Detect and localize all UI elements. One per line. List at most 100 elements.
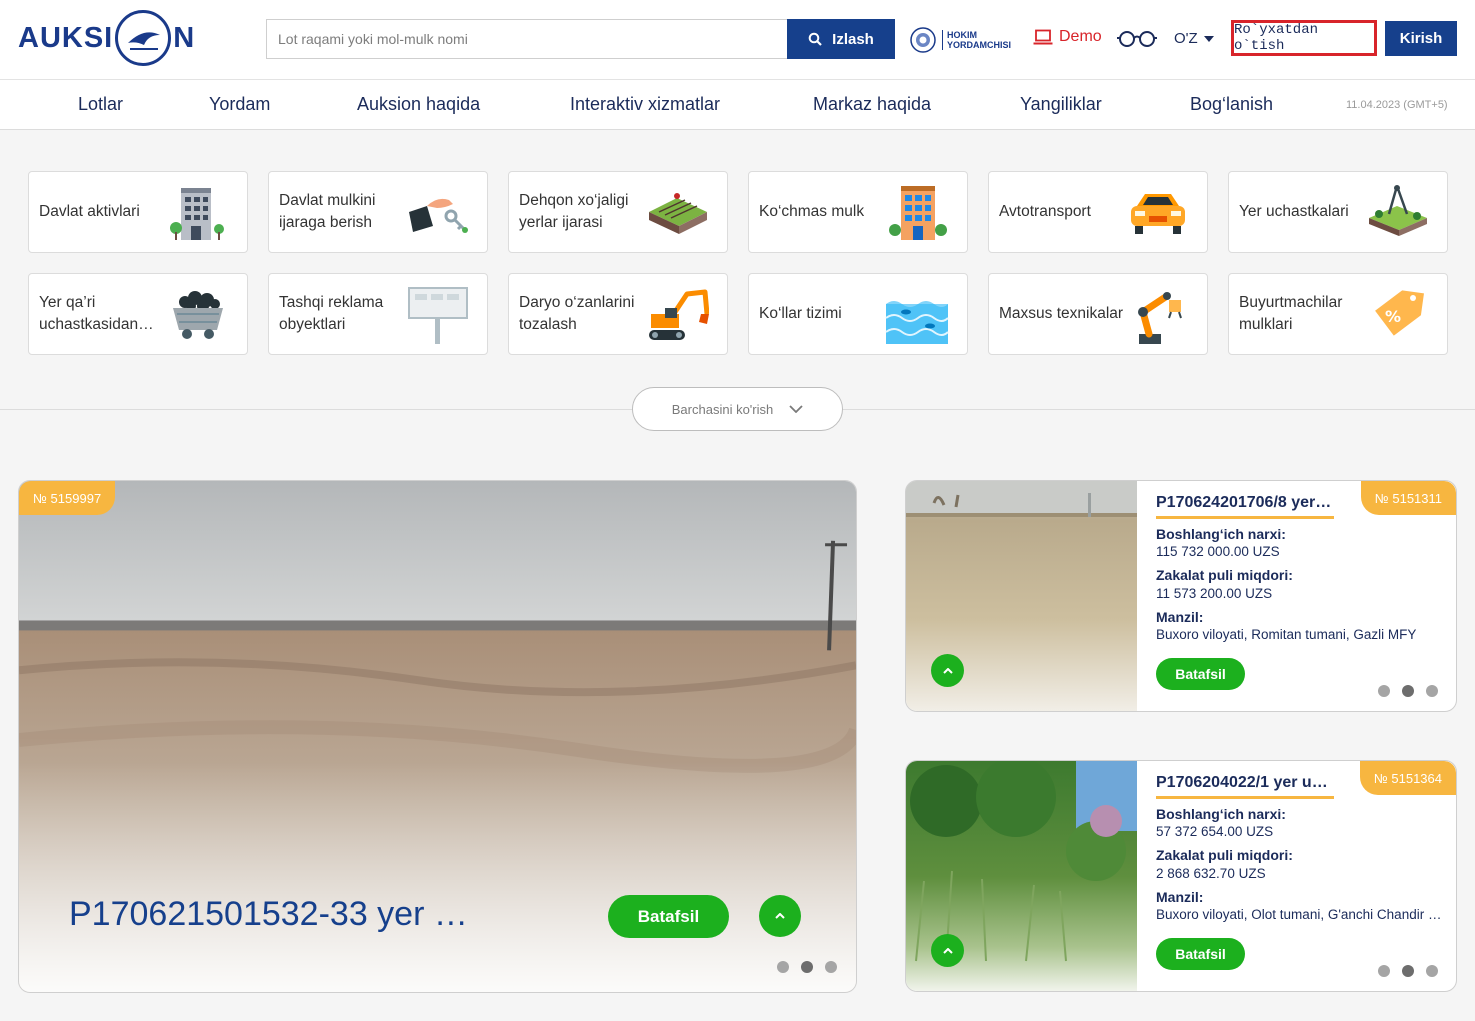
deposit-label: Zakalat puli miqdori: — [1156, 847, 1293, 863]
svg-text:%: % — [1385, 307, 1401, 326]
billboard-icon — [408, 287, 468, 344]
address-value: Buxoro viloyati, Romitan tumani, Gazli M… — [1156, 627, 1417, 642]
chevron-down-icon — [789, 405, 803, 413]
register-button[interactable]: Ro`yxatdan o`tish — [1231, 20, 1377, 56]
current-date: 11.04.2023 (GMT+5) — [1346, 99, 1448, 111]
lot-card[interactable]: № 5151364 P1706204022/1 yer uchastkasi B… — [905, 760, 1457, 992]
lot-number-badge: № 5159997 — [19, 481, 116, 515]
lot-title[interactable]: P170624201706/8 yer uchastkasi — [1156, 494, 1334, 519]
language-select[interactable]: O'Z — [1174, 30, 1214, 47]
category-label: Maxsus texnikalar — [999, 305, 1124, 322]
address-label: Manzil: — [1156, 609, 1204, 625]
demo-link[interactable]: Demo — [1033, 28, 1102, 46]
deposit-value: 11 573 200.00 UZS — [1156, 586, 1273, 601]
category-label: Tashqi reklama obyektlari — [279, 294, 384, 333]
key-hand-icon — [409, 198, 468, 233]
car-icon — [1131, 194, 1185, 234]
chevron-up-icon — [942, 667, 953, 674]
carousel-dot[interactable] — [825, 961, 837, 973]
search-button[interactable]: Izlash — [787, 19, 895, 59]
featured-lot-title[interactable]: P170621501532-33 yer uchastkasi — [69, 895, 469, 934]
start-price-label: Boshlang‘ich narxi: — [1156, 526, 1286, 542]
lot-number-badge: № 5151364 — [1359, 761, 1456, 795]
carousel-dot[interactable] — [777, 961, 789, 973]
lot-card[interactable]: № 5151311 P170624201706/8 yer uchastkasi… — [905, 480, 1457, 712]
carousel-dot[interactable] — [1378, 965, 1390, 977]
carousel-dot-active[interactable] — [801, 961, 813, 973]
category-avtotransport[interactable]: Avtotransport — [988, 171, 1208, 253]
excavator-icon — [649, 289, 709, 340]
logo-text-left: AUKSI — [18, 21, 114, 54]
category-buyurtmachilar-mulklari[interactable]: Buyurtmachilar mulklari % — [1228, 273, 1448, 355]
details-button[interactable]: Batafsil — [1156, 938, 1245, 970]
hokim-yordamchisi-link[interactable]: HOKIM YORDAMCHISI — [910, 27, 1011, 53]
category-label: Ko‘llar tizimi — [759, 305, 842, 322]
nav-boglanish[interactable]: Bog‘lanish — [1190, 94, 1273, 115]
expand-button[interactable] — [759, 895, 801, 937]
category-label: Avtotransport — [999, 203, 1091, 220]
site-logo[interactable]: AUKSI N — [18, 8, 195, 68]
category-daryo-ozanlarini[interactable]: Daryo o‘zanlarini tozalash — [508, 273, 728, 355]
deposit-value: 2 868 632.70 UZS — [1156, 866, 1266, 881]
details-button[interactable]: Batafsil — [1156, 658, 1245, 690]
hokim-line1: HOKIM — [947, 30, 977, 40]
see-all-label: Barchasini ko'rish — [671, 401, 774, 417]
category-kollar-tizimi[interactable]: Ko‘llar tizimi — [748, 273, 968, 355]
category-maxsus-texnikalar[interactable]: Maxsus texnikalar — [988, 273, 1208, 355]
chevron-up-icon — [775, 913, 785, 919]
search-input[interactable] — [266, 19, 787, 59]
category-yer-qari[interactable]: Yer qa’ri uchastkasidan foydalanish — [28, 273, 248, 355]
expand-button[interactable] — [931, 934, 964, 967]
laptop-icon — [1033, 29, 1053, 45]
nav-yangiliklar[interactable]: Yangiliklar — [1020, 94, 1102, 115]
land-plot-icon — [1369, 185, 1427, 236]
carousel-dot[interactable] — [1426, 685, 1438, 697]
glasses-icon[interactable] — [1117, 30, 1157, 48]
category-label: Dehqon xo‘jaligi yerlar ijarasi — [519, 192, 629, 231]
carousel-dots — [1378, 685, 1438, 697]
category-label: Yer qa’ri uchastkasidan foydalanish — [39, 294, 139, 333]
login-button[interactable]: Kirish — [1385, 21, 1457, 56]
carousel-dots — [1378, 965, 1438, 977]
farmland-icon — [649, 193, 707, 234]
expand-button[interactable] — [931, 654, 964, 687]
hokim-label: HOKIM YORDAMCHISI — [942, 30, 1011, 50]
see-all-button[interactable]: Barchasini ko'rish — [632, 387, 843, 431]
hokim-line2: YORDAMCHISI — [947, 40, 1012, 50]
carousel-dot[interactable] — [1426, 965, 1438, 977]
featured-lot-card[interactable]: № 5159997 P170621501532-33 yer uchastkas… — [18, 480, 857, 993]
discount-tag-icon: % — [1375, 290, 1424, 336]
carousel-dot[interactable] — [1378, 685, 1390, 697]
category-label: Ko‘chmas mulk — [759, 203, 865, 220]
nav-markaz-haqida[interactable]: Markaz haqida — [813, 94, 931, 115]
nav-interaktiv-xizmatlar[interactable]: Interaktiv xizmatlar — [570, 94, 720, 115]
category-dehqon-xojaligi[interactable]: Dehqon xo‘jaligi yerlar ijarasi — [508, 171, 728, 253]
category-kochmas-mulk[interactable]: Ko‘chmas mulk — [748, 171, 968, 253]
lake-fish-icon — [885, 301, 949, 344]
nav-yordam[interactable]: Yordam — [209, 94, 270, 115]
category-yer-uchastkalari[interactable]: Yer uchastkalari — [1228, 171, 1448, 253]
category-label: Daryo o‘zanlarini tozalash — [519, 294, 635, 333]
address-value: Buxoro viloyati, Olot tumani, G'anchi Ch… — [1156, 907, 1442, 922]
start-price-label: Boshlang‘ich narxi: — [1156, 806, 1286, 822]
carousel-dots — [777, 961, 837, 973]
chevron-up-icon — [942, 947, 953, 954]
lot-number-badge: № 5151311 — [1360, 481, 1456, 515]
category-tashqi-reklama[interactable]: Tashqi reklama obyektlari — [268, 273, 488, 355]
search-bar: Izlash — [266, 19, 895, 59]
category-davlat-aktivlari[interactable]: Davlat aktivlari — [28, 171, 248, 253]
nav-auksion-haqida[interactable]: Auksion haqida — [357, 94, 480, 115]
category-label: Yer uchastkalari — [1239, 203, 1349, 220]
address-label: Manzil: — [1156, 889, 1204, 905]
main-nav: Lotlar Yordam Auksion haqida Interaktiv … — [0, 80, 1475, 130]
featured-details-button[interactable]: Batafsil — [608, 895, 729, 938]
robot-arm-icon — [1138, 292, 1182, 344]
language-label: O'Z — [1174, 30, 1198, 47]
category-davlat-mulkini-ijaraga[interactable]: Davlat mulkini ijaraga berish — [268, 171, 488, 253]
lot-title[interactable]: P1706204022/1 yer uchastkasi — [1156, 774, 1334, 799]
start-price-value: 57 372 654.00 UZS — [1156, 824, 1274, 839]
carousel-dot-active[interactable] — [1402, 965, 1414, 977]
carousel-dot-active[interactable] — [1402, 685, 1414, 697]
nav-lotlar[interactable]: Lotlar — [78, 94, 123, 115]
mine-cart-icon — [173, 291, 223, 339]
